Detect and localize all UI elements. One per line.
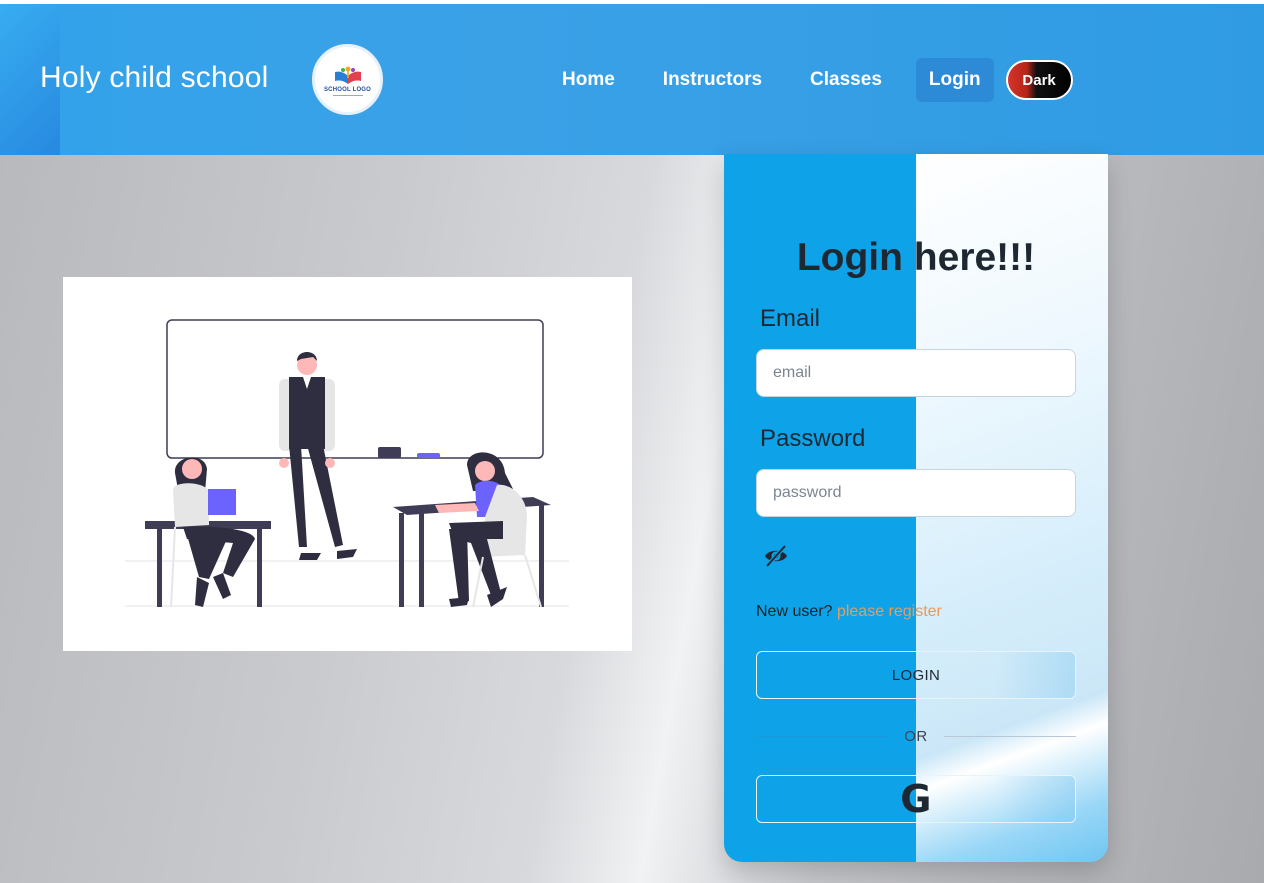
nav-instructors[interactable]: Instructors <box>649 59 776 101</box>
login-title: Login here!!! <box>796 236 1036 279</box>
divider-line-right <box>943 735 1076 737</box>
login-button[interactable]: LOGIN <box>756 651 1076 699</box>
or-divider: OR <box>756 726 1076 746</box>
page: Holy child school SCHOOL LOGO Home Instr… <box>0 4 1264 883</box>
email-label: Email <box>760 305 821 332</box>
navbar: Holy child school SCHOOL LOGO Home Instr… <box>0 4 1264 155</box>
divider-line-left <box>756 735 889 737</box>
password-input[interactable] <box>756 469 1076 517</box>
nav-home[interactable]: Home <box>548 59 629 101</box>
dark-mode-toggle[interactable]: Dark <box>1005 60 1073 100</box>
eye-slash-icon[interactable] <box>762 542 790 570</box>
google-login-button[interactable]: G <box>756 775 1076 823</box>
password-label: Password <box>760 425 866 452</box>
nav-login[interactable]: Login <box>915 58 994 102</box>
email-input[interactable] <box>756 349 1076 397</box>
brand-title[interactable]: Holy child school <box>40 61 269 95</box>
classroom-illustration <box>63 277 632 651</box>
login-card: Login here!!! Email Password New user? p… <box>724 154 1108 862</box>
register-prompt: New user? please register <box>756 603 942 621</box>
school-logo[interactable]: SCHOOL LOGO <box>312 44 383 115</box>
classroom-illustration-svg <box>125 319 569 608</box>
logo-text: SCHOOL LOGO <box>323 86 372 93</box>
nav-links: Home Instructors Classes Login Dark <box>548 58 1073 102</box>
google-icon: G <box>900 777 932 821</box>
logo-book-icon <box>334 66 361 84</box>
divider-text: OR <box>904 727 928 745</box>
new-user-text: New user? <box>756 603 833 620</box>
register-link[interactable]: please register <box>837 603 942 620</box>
logo-subline <box>332 94 363 96</box>
nav-classes[interactable]: Classes <box>796 59 896 101</box>
